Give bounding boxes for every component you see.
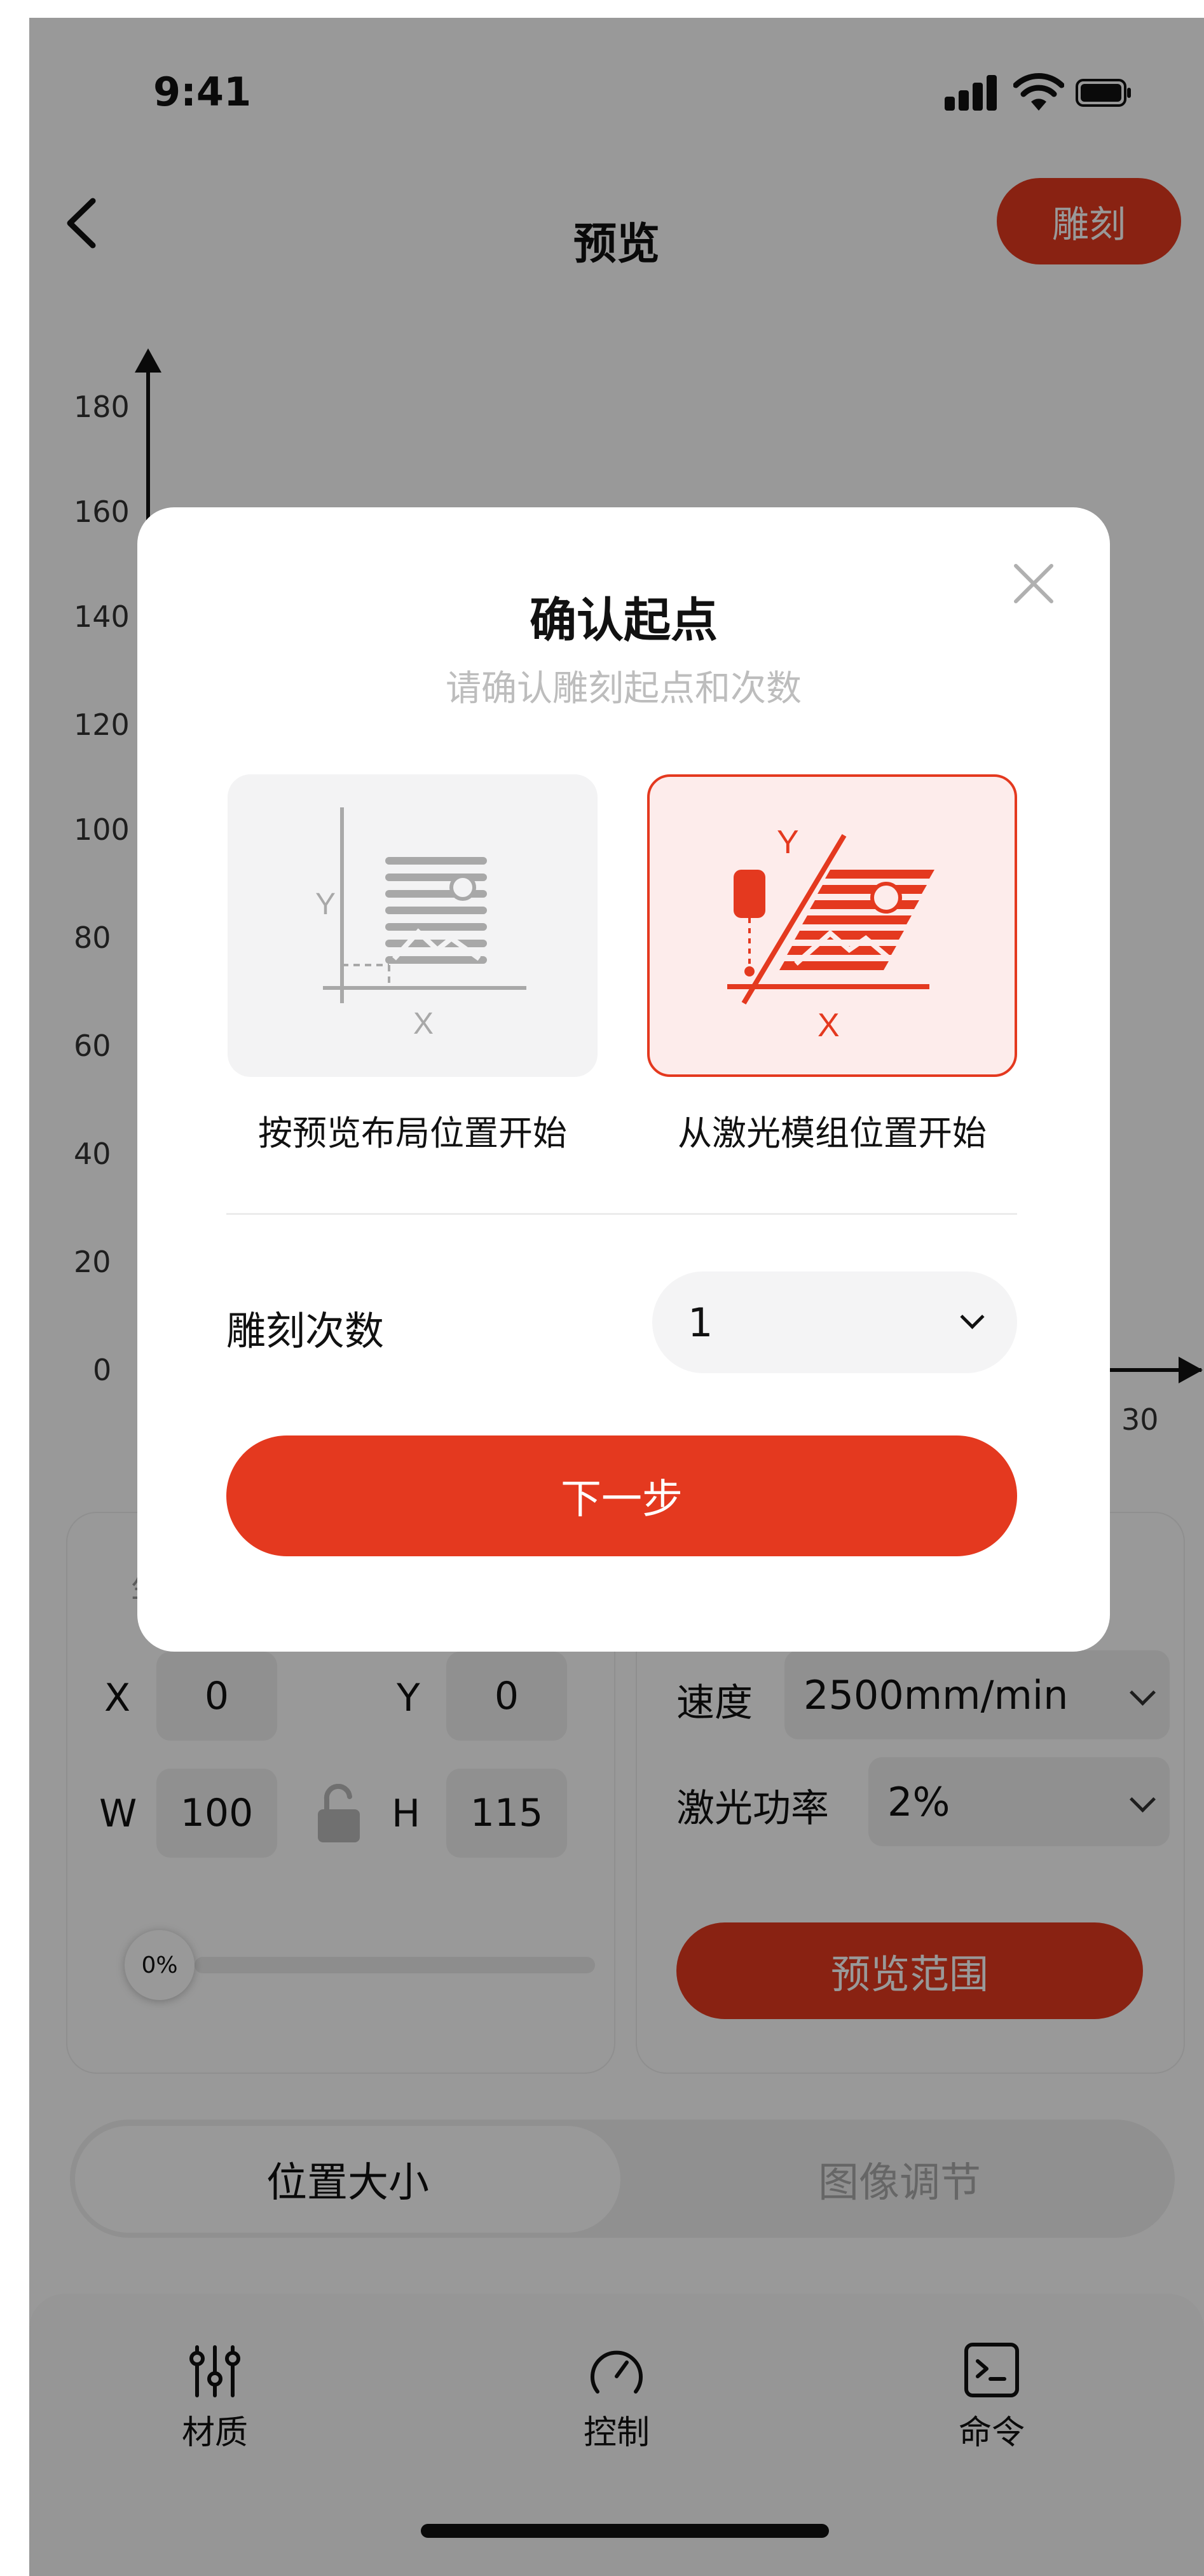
option-preview-layout[interactable]: Y X (228, 774, 598, 1077)
option-x-axis-label: X (413, 1007, 434, 1041)
engrave-times-value: 1 (688, 1299, 713, 1346)
option-y-axis-label: Y (777, 824, 799, 861)
preview-layout-illustration-icon: Y X (315, 807, 526, 1041)
option-x-axis-label: X (817, 1007, 840, 1044)
option-y-axis-label: Y (315, 887, 336, 921)
laser-module-illustration-icon: Y X (727, 824, 934, 1044)
dialog-subtitle: 请确认雕刻起点和次数 (446, 668, 802, 709)
option-laser-module[interactable]: Y X (647, 774, 1017, 1077)
option-preview-layout-label: 按预览布局位置开始 (258, 1113, 567, 1153)
engrave-times-select[interactable]: 1 (652, 1271, 1017, 1373)
option-laser-module-label: 从激光模组位置开始 (678, 1113, 987, 1153)
next-step-button[interactable]: 下一步 (226, 1435, 1017, 1556)
engrave-times-label: 雕刻次数 (226, 1308, 385, 1354)
dialog-title: 确认起点 (530, 593, 718, 648)
dialog-divider (226, 1213, 1017, 1215)
phone-screen: 9:41 预览 雕刻 180 160 140 120 100 80 60 40 (29, 18, 1204, 2576)
